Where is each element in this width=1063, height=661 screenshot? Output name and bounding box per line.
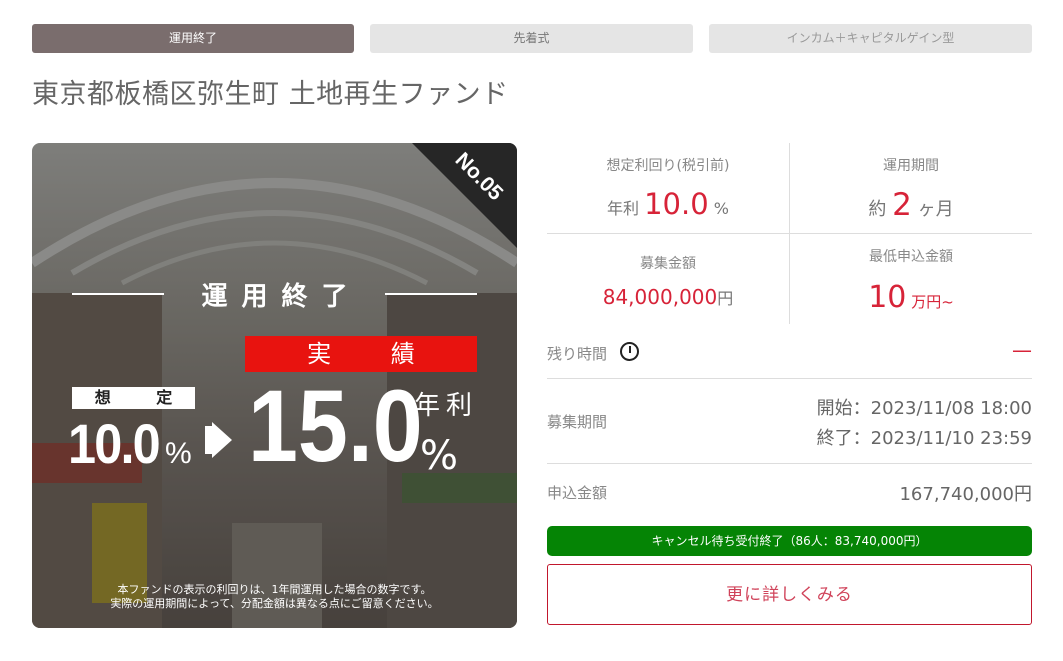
remaining-time-row: 残り時間 — [547,332,1032,379]
actual-yield-value: 15.0 [248,369,423,483]
clock-icon [620,342,639,361]
period-label: 運用期間 [883,158,939,174]
disclaimer-line-2: 実際の運用期間によって、分配金額は異なる点にご留意ください。 [110,597,439,610]
recruit-start: 開始：2023/11/08 18:00 [816,398,1032,419]
applied-amount-row: 申込金額 167,740,000円 [547,464,1032,520]
assumed-yield-value: 10.0 [68,412,161,475]
fund-hero-image[interactable]: No.05 運用終了 実 績 想 定 10.0% 15.0 年利 % 本ファンド… [32,143,517,628]
min-amount-unit: 万円~ [911,293,954,311]
period-number: 2 [892,187,912,223]
amount-number: 84,000,000 [602,285,718,309]
min-amount-number: 10 [868,280,907,315]
period-unit: ヶ月 [917,199,954,220]
yield-value: 年利 10.0 % [547,187,789,221]
status-banner: 運用終了 [72,273,477,313]
yield-unit: % [713,199,729,218]
yield-number: 10.0 [644,187,709,221]
remaining-time-label: 残り時間 [547,345,608,363]
recruit-period-row: 募集期間 開始：2023/11/08 18:00 終了：2023/11/10 2… [547,379,1032,464]
method-tag: 先着式 [370,24,693,53]
actual-yield-unit-year: 年利 [414,391,479,421]
yield-label: 想定利回り(税引前) [606,158,730,174]
assumed-label: 想 定 [72,387,195,409]
arrow-right-icon [212,422,232,458]
yield-prefix: 年利 [607,199,640,218]
assumed-yield-unit: % [165,437,192,470]
cancel-waitlist-status: キャンセル待ち受付終了（86人：83,740,000円） [547,526,1032,556]
assumed-yield: 10.0% [68,411,192,476]
recruit-period-dates: 開始：2023/11/08 18:00 終了：2023/11/10 23:59 [817,394,1032,454]
view-details-button[interactable]: 更に詳しくみる [547,564,1032,625]
period-prefix: 約 [868,199,887,220]
stats-divider-horizontal [547,233,1032,234]
actual-label: 実 績 [245,336,477,372]
amount-value: 84,000,000円 [547,285,789,309]
status-tag: 運用終了 [32,24,354,53]
amount-unit: 円 [717,289,734,308]
actual-yield-unit-pct: % [420,433,459,479]
period-value: 約 2 ヶ月 [790,187,1032,223]
min-amount-label: 最低申込金額 [869,249,953,265]
recruit-period-label: 募集期間 [547,413,608,431]
banner-line-right [385,293,477,295]
type-tag: インカム＋キャピタルゲイン型 [709,24,1032,53]
fund-title: 東京都板橋区弥生町 土地再生ファンド [32,79,509,110]
applied-amount-label: 申込金額 [547,484,608,502]
recruit-end: 終了：2023/11/10 23:59 [816,428,1032,449]
disclaimer-line-1: 本ファンドの表示の利回りは、1年間運用した場合の数字です。 [117,583,432,596]
yield-disclaimer: 本ファンドの表示の利回りは、1年間運用した場合の数字です。 実際の運用期間によっ… [32,583,517,611]
applied-amount-value: 167,740,000円 [899,484,1032,505]
fund-stats: 想定利回り(税引前) 年利 10.0 % 運用期間 約 2 ヶ月 募集金額 84… [547,143,1032,324]
amount-label: 募集金額 [640,256,696,272]
min-amount-value: 10 万円~ [790,280,1032,315]
remaining-time-value: — [1012,338,1032,362]
